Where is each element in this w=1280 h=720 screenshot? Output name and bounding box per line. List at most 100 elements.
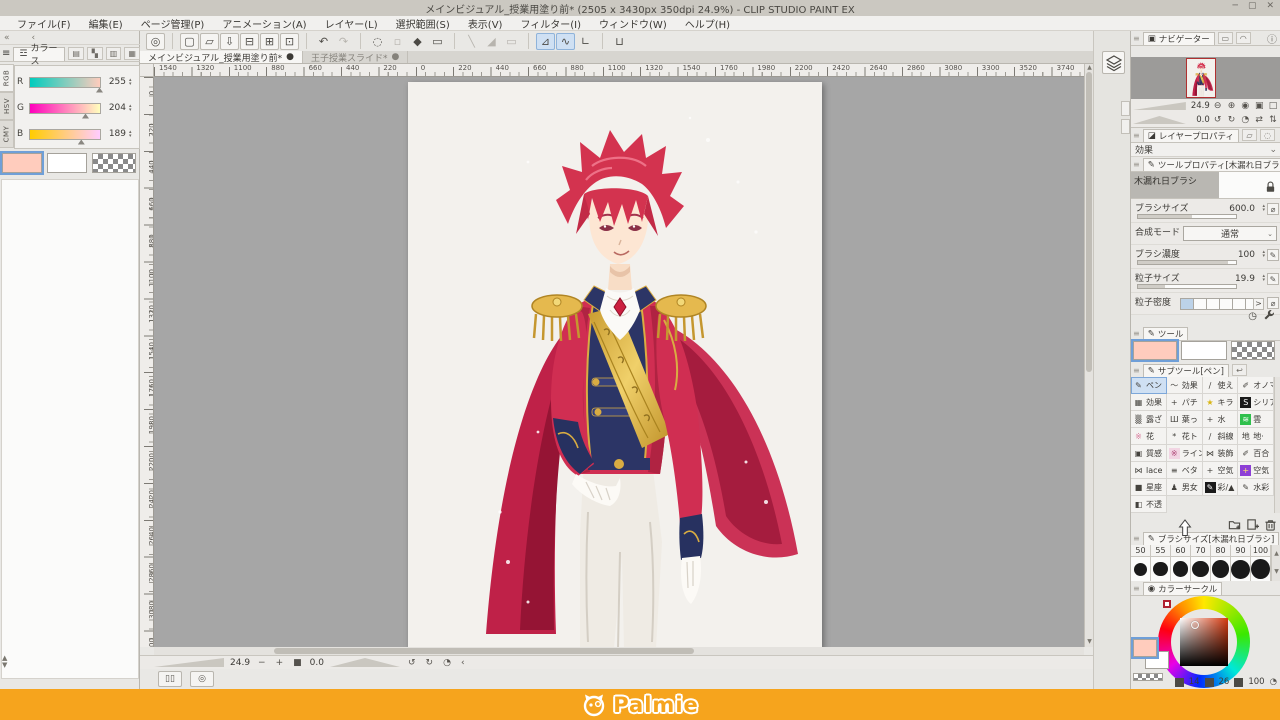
- rotate-ccw-icon[interactable]: ↺: [406, 658, 418, 668]
- rotation-slider[interactable]: [330, 658, 400, 667]
- history-icon[interactable]: ◷: [1248, 311, 1257, 322]
- tab-subtool[interactable]: ✎サブツール[ペン]: [1143, 364, 1229, 377]
- slider-marker[interactable]: [78, 140, 85, 145]
- slider-marker[interactable]: [82, 114, 89, 119]
- horizontal-scrollbar[interactable]: [154, 647, 1084, 655]
- tab-brush-size[interactable]: ✎ブラシサイズ[木漏れ日ブラシ]: [1143, 532, 1280, 545]
- menu-item-レイヤー(L)[interactable]: レイヤー(L): [316, 16, 387, 31]
- snap-ruler-icon[interactable]: ⊿: [536, 33, 555, 50]
- nav-rotation-slider[interactable]: [1133, 116, 1186, 124]
- selected-subtool-name[interactable]: 木漏れ日ブラシ: [1131, 172, 1219, 198]
- subtool-item-質感[interactable]: ▣質感: [1131, 445, 1167, 462]
- brush-size-preset-50[interactable]: 50: [1131, 545, 1151, 581]
- info-icon[interactable]: ⓘ: [1267, 31, 1277, 46]
- zoom-slider[interactable]: [154, 658, 224, 667]
- menu-item-ページ管理(P)[interactable]: ページ管理(P): [132, 16, 214, 31]
- panel-grip-icon[interactable]: ≡: [1133, 160, 1140, 169]
- minimize-icon[interactable]: ─: [1233, 1, 1238, 11]
- snap-special-ruler-icon[interactable]: ∿: [556, 33, 575, 50]
- property-slider[interactable]: [1137, 260, 1237, 265]
- subtool-item-水彩[interactable]: ✎水彩: [1238, 479, 1274, 496]
- panel-grip-icon[interactable]: ≡: [1133, 34, 1140, 43]
- sv-marker[interactable]: [1191, 621, 1199, 629]
- property-slider[interactable]: [1137, 284, 1237, 289]
- nav-zoom-slider[interactable]: [1133, 102, 1186, 110]
- transparent-color-swatch[interactable]: [1231, 341, 1275, 360]
- subtool-item-効果[interactable]: ▦効果: [1131, 394, 1167, 411]
- nav-rotate-cw-icon[interactable]: ↻: [1226, 115, 1238, 125]
- back-icon[interactable]: ‹: [459, 658, 467, 668]
- navigator-preview[interactable]: [1131, 57, 1280, 99]
- transparent-color-swatch[interactable]: [92, 153, 136, 173]
- panel-grip-icon[interactable]: ≡: [1133, 534, 1140, 543]
- vertical-scrollbar[interactable]: ▲ ▼: [1084, 64, 1093, 647]
- slider-marker[interactable]: [96, 88, 103, 93]
- rect-icon[interactable]: ▭: [502, 33, 521, 50]
- nav-rotate-ccw-icon[interactable]: ↺: [1212, 115, 1224, 125]
- brush-size-preset-55[interactable]: 55: [1151, 545, 1171, 581]
- subtool-item-不透[interactable]: ◧不透: [1131, 496, 1167, 513]
- subtool-item-花ト[interactable]: *花ト: [1167, 428, 1203, 445]
- tab-layer-property[interactable]: ◪レイヤープロパティ: [1143, 129, 1239, 142]
- subtool-item-雲[interactable]: ≋雲: [1238, 411, 1274, 428]
- subtool-item-キラ[interactable]: ★キラ: [1203, 394, 1239, 411]
- panel-grip-icon[interactable]: ≡: [1133, 584, 1140, 593]
- batch-export-icon[interactable]: ⊡: [280, 33, 299, 50]
- subtool-undo-icon[interactable]: ↩: [1232, 364, 1247, 376]
- panel-grip-icon[interactable]: ≡: [1133, 131, 1140, 140]
- subtool-item-地·[interactable]: 地地·: [1238, 428, 1274, 445]
- layers-palette-button[interactable]: [1102, 51, 1125, 74]
- menu-item-ファイル(F)[interactable]: ファイル(F): [8, 16, 80, 31]
- tab-layer-extra1-icon[interactable]: ▱: [1242, 129, 1257, 141]
- nav-flip-h-icon[interactable]: ⇄: [1253, 115, 1265, 125]
- brush-size-preset-60[interactable]: 60: [1171, 545, 1191, 581]
- subtool-item-パチ[interactable]: +パチ: [1167, 394, 1203, 411]
- tab-intermediate-icon[interactable]: ▥: [106, 47, 122, 60]
- redo-icon[interactable]: ↷: [334, 33, 353, 50]
- menu-item-ウィンドウ(W)[interactable]: ウィンドウ(W): [590, 16, 676, 31]
- nav-zoom-reset-icon[interactable]: ◉: [1239, 101, 1251, 111]
- color-slider-track-r[interactable]: [29, 77, 101, 88]
- subtool-item-空気[interactable]: +空気: [1203, 462, 1239, 479]
- stepper-icons[interactable]: ▴▾: [129, 130, 132, 138]
- sub-color-swatch[interactable]: [47, 153, 87, 173]
- menu-item-ヘルプ(H)[interactable]: ヘルプ(H): [676, 16, 739, 31]
- subtool-item-空気[interactable]: +空気: [1238, 462, 1274, 479]
- tab-approx-icon[interactable]: ▦: [124, 47, 140, 60]
- horizontal-scroll-thumb[interactable]: [274, 648, 694, 654]
- shade-icon[interactable]: ◢: [482, 33, 501, 50]
- subtool-item-使え[interactable]: ∕使え: [1203, 377, 1239, 394]
- subtool-item-水[interactable]: +水: [1203, 411, 1239, 428]
- subtool-item-彩/▲[interactable]: ✎彩/▲: [1203, 479, 1239, 496]
- panel-grip-icon[interactable]: ≡: [2, 48, 10, 59]
- brush-size-scrollbar[interactable]: ▲▼: [1271, 545, 1280, 581]
- saturation-value-square[interactable]: [1180, 618, 1228, 666]
- maximize-icon[interactable]: ▢: [1248, 1, 1257, 11]
- subtool-item-lace[interactable]: ⋈lace: [1131, 462, 1167, 479]
- color-slider-track-g[interactable]: [29, 103, 101, 114]
- main-color-swatch[interactable]: [2, 153, 42, 173]
- main-color-swatch[interactable]: [1133, 341, 1177, 360]
- open-file-icon[interactable]: ▱: [200, 33, 219, 50]
- rotate-cw-icon[interactable]: ↻: [424, 658, 436, 668]
- color-mode-tab-hsv[interactable]: HSV: [0, 92, 14, 120]
- center-page-button[interactable]: ◎: [190, 671, 214, 687]
- pen-pressure-icon[interactable]: ✎: [1267, 273, 1279, 285]
- tab-quickaccess-icon[interactable]: ◠: [1236, 32, 1251, 44]
- subtool-item-シリア[interactable]: Sシリア: [1238, 394, 1274, 411]
- stepper-icons[interactable]: ▴▾: [1262, 274, 1265, 282]
- collapse-all-icon[interactable]: «: [4, 33, 10, 43]
- tab-tool[interactable]: ✎ツール: [1143, 327, 1189, 340]
- tab-layer-extra2-icon[interactable]: ◌: [1260, 129, 1275, 141]
- stepper-icons[interactable]: ▴▾: [129, 104, 132, 112]
- tab-subview-icon[interactable]: ▭: [1218, 32, 1233, 44]
- color-slider-track-b[interactable]: [29, 129, 101, 140]
- clip-studio-icon[interactable]: ◎: [146, 33, 165, 50]
- crop-icon[interactable]: ▭: [428, 33, 447, 50]
- rotate-reset-icon[interactable]: ◔: [441, 658, 453, 668]
- menu-item-編集(E)[interactable]: 編集(E): [80, 16, 132, 31]
- nav-full-icon[interactable]: □: [1267, 101, 1279, 111]
- tab-color-wheel-icon[interactable]: ▤: [68, 47, 84, 60]
- subtool-item-ライン[interactable]: ※ライン: [1167, 445, 1203, 462]
- canvas-viewport[interactable]: [154, 77, 1084, 647]
